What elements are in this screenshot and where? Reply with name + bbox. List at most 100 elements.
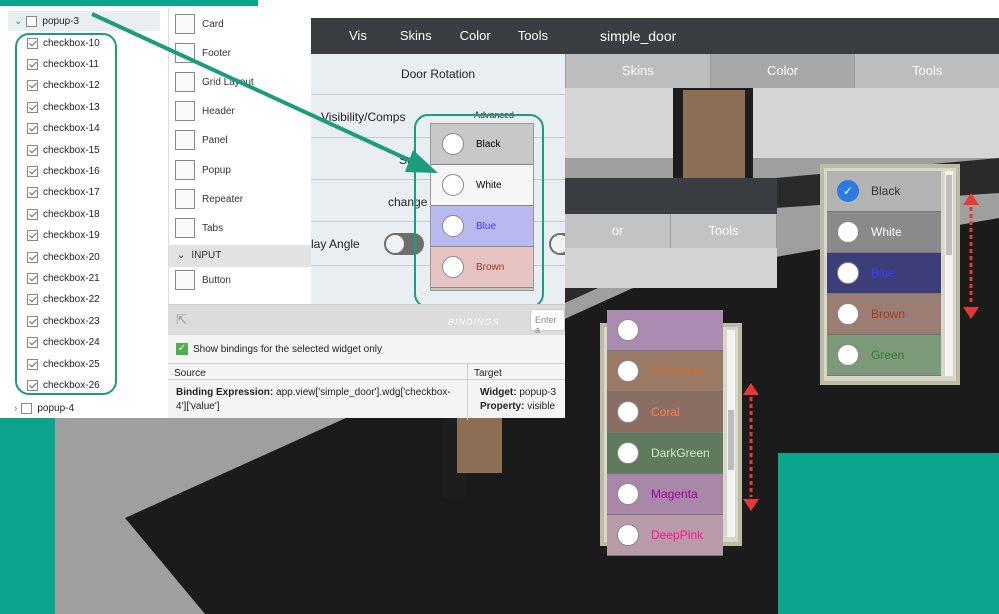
grid-icon	[175, 72, 195, 92]
color-option-label: Chocolate	[651, 364, 706, 378]
door-panel-tabs: Skins Color Tools	[565, 54, 999, 88]
palette-item-label: Popup	[202, 164, 231, 176]
preview-tab-vis[interactable]: Vis	[349, 18, 367, 54]
scrollbar[interactable]	[945, 171, 953, 376]
palette-item-label: Footer	[202, 47, 231, 59]
target-widget-label: Widget:	[480, 387, 517, 398]
chevron-right-icon[interactable]: ›	[14, 403, 17, 414]
tab-tools[interactable]: Tools	[671, 214, 777, 248]
scroll-arrow-left	[743, 383, 759, 511]
panel-icon	[175, 130, 195, 150]
palette-item-label: Repeater	[202, 193, 244, 205]
preview-header: Vis Skins Color Tools	[311, 18, 565, 54]
color-option[interactable]: Chocolate	[607, 351, 723, 392]
color-option-label: DeepPink	[651, 528, 704, 542]
tree-node-popup-4[interactable]: › popup-4	[14, 398, 74, 418]
palette-item-popup[interactable]: Popup	[175, 158, 231, 182]
color-option-label: Magenta	[651, 487, 698, 501]
color-option-label: Green	[871, 348, 905, 362]
tabs-icon	[175, 218, 195, 238]
checkmark-icon: ✓	[176, 343, 188, 355]
door-panel-title: simple_door	[565, 18, 999, 54]
target-widget-value: popup-3	[519, 387, 557, 398]
tab-tools[interactable]: Tools	[854, 54, 999, 88]
external-link-icon[interactable]: ⇱	[176, 312, 187, 328]
binding-expression-label: Binding Expression:	[176, 387, 274, 398]
color-option[interactable]: Magenta	[607, 474, 723, 515]
palette-section-label: INPUT	[191, 250, 222, 261]
card-icon	[175, 14, 195, 34]
tree-node-label: popup-3	[42, 15, 80, 27]
bindings-table: Source Binding Expression: app.view['sim…	[168, 363, 565, 420]
chevron-down-icon[interactable]: ⌄	[14, 16, 22, 27]
color-option-label: Brown	[871, 307, 906, 321]
palette-item-repeater[interactable]: Repeater	[175, 187, 243, 211]
color-option-label: White	[871, 225, 902, 239]
color-option[interactable]: ✓ Black	[827, 171, 941, 212]
header-icon	[175, 101, 195, 121]
radio-circle	[617, 442, 639, 464]
preview-tab-skins[interactable]: Skins	[400, 18, 432, 54]
color-option[interactable]: Coral	[607, 392, 723, 433]
tab-skins[interactable]: Skins	[565, 54, 710, 88]
secondary-panel-header	[565, 178, 777, 214]
color-option-label: Coral	[651, 405, 680, 419]
color-option-label: Blue	[871, 266, 896, 280]
radio-circle	[617, 483, 639, 505]
row-door-rotation: Door Rotation	[311, 54, 565, 95]
teal-band-right	[778, 453, 999, 614]
color-option[interactable]: White	[827, 212, 941, 253]
bindings-title: BINDINGS	[448, 317, 500, 327]
row-label: Door Rotation	[400, 67, 476, 81]
radio-circle	[617, 524, 639, 546]
popup-icon	[175, 160, 195, 180]
scrollbar[interactable]	[727, 330, 735, 537]
row-label: Visibility/Comps	[321, 110, 406, 124]
palette-item-label: Grid Layout	[202, 76, 254, 88]
palette-item-label: Header	[202, 105, 235, 117]
color-option[interactable]: Blue	[827, 253, 941, 294]
palette-item-header[interactable]: Header	[175, 99, 235, 123]
radio-circle	[837, 303, 859, 325]
palette-item-grid-layout[interactable]: Grid Layout	[175, 70, 254, 94]
palette-item-card[interactable]: Card	[175, 12, 224, 36]
radio-circle	[617, 360, 639, 382]
show-bindings-checkbox[interactable]: ✓ Show bindings for the selected widget …	[176, 343, 382, 355]
checkbox-label: Show bindings for the selected widget on…	[193, 343, 383, 355]
highlight-frame	[15, 33, 117, 395]
color-option[interactable]: DeepPink	[607, 515, 723, 556]
tab-color-partial[interactable]: or	[565, 214, 671, 248]
radio-circle	[837, 344, 859, 366]
preview-tab-color[interactable]: Color	[460, 18, 491, 54]
bindings-search-input[interactable]: Enter a	[530, 309, 565, 335]
preview-tab-tools[interactable]: Tools	[518, 18, 548, 54]
column-header-target: Target	[468, 364, 565, 380]
target-property-value: visible	[527, 401, 556, 412]
button-icon	[175, 270, 195, 290]
color-options-list: ✓ Black White Blue Brown Green	[827, 171, 953, 376]
scroll-arrow-right	[963, 193, 979, 319]
color-option[interactable]: DarkGreen	[607, 433, 723, 474]
palette-item-tabs[interactable]: Tabs	[175, 216, 223, 240]
tab-color[interactable]: Color	[709, 54, 855, 88]
column-header-source: Source	[168, 364, 467, 380]
palette-item-panel[interactable]: Panel	[175, 128, 228, 152]
popup-icon	[26, 15, 38, 27]
palette-item-label: Button	[202, 274, 231, 286]
repeater-icon	[175, 189, 195, 209]
color-option[interactable]: Brown	[827, 294, 941, 335]
bindings-toolbar: ⇱ BINDINGS Enter a	[168, 305, 565, 335]
bindings-panel: ⇱ BINDINGS Enter a ✓ Show bindings for t…	[168, 304, 565, 420]
toggle-switch[interactable]	[549, 233, 565, 255]
radio-circle	[617, 319, 639, 341]
palette-section-input[interactable]: ⌄ INPUT	[169, 245, 312, 267]
widget-palette: Card Footer Grid Layout Header Panel Pop…	[168, 8, 312, 304]
color-option[interactable]	[607, 310, 723, 351]
color-option[interactable]: Green	[827, 335, 941, 376]
palette-item-footer[interactable]: Footer	[175, 41, 231, 65]
row-label: lay Angle	[311, 237, 360, 251]
target-property-label: Property:	[480, 401, 525, 412]
tree-node-popup-3[interactable]: ⌄ popup-3	[14, 11, 79, 31]
palette-item-button[interactable]: Button	[175, 268, 231, 292]
binding-expression[interactable]: Binding Expression: app.view['simple_doo…	[168, 380, 467, 414]
